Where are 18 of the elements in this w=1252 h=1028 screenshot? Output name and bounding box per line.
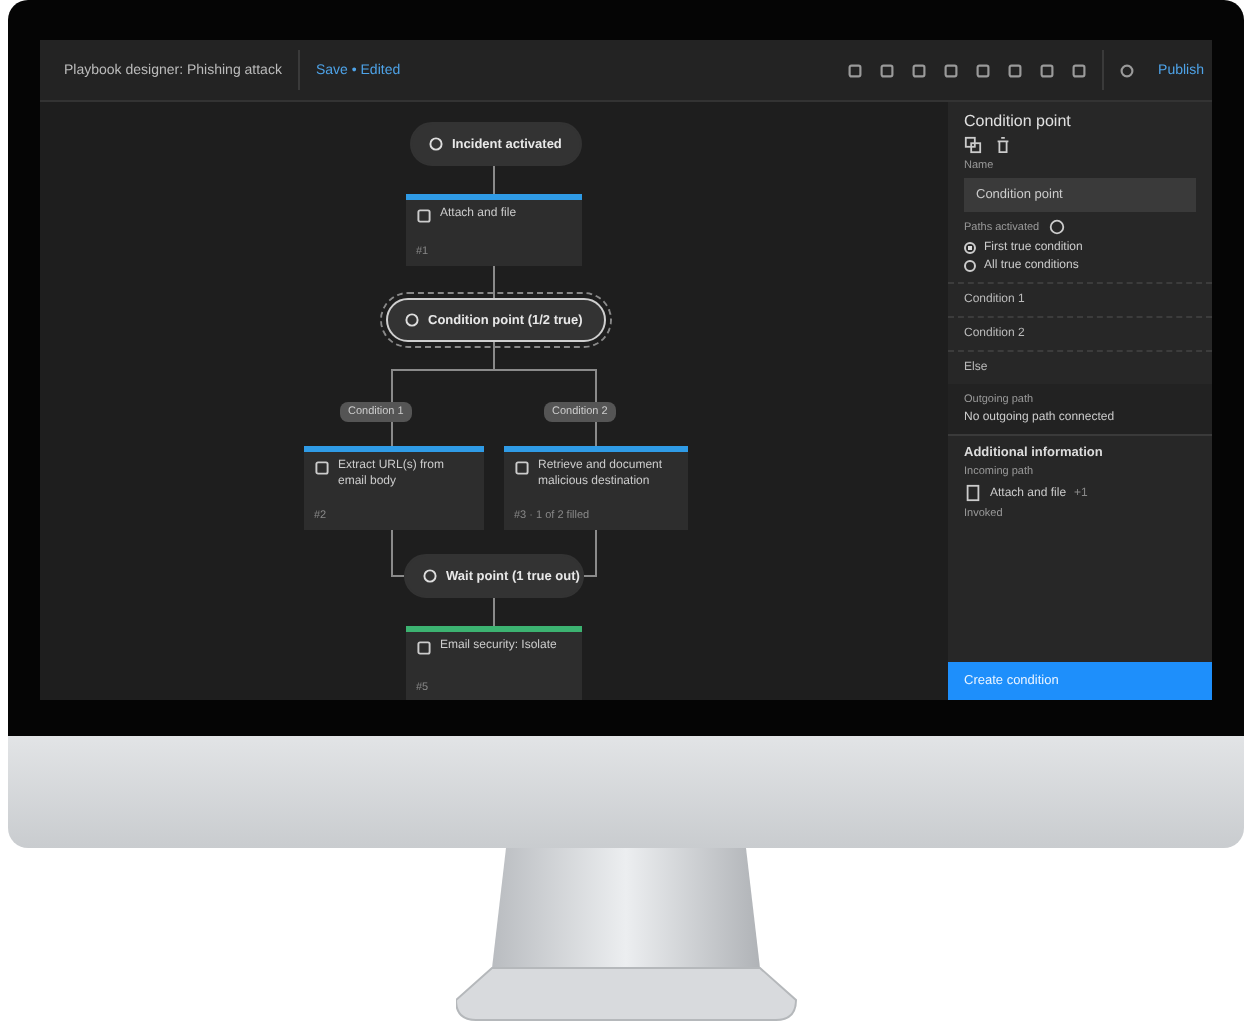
- panel-title: Condition point: [964, 112, 1073, 130]
- node-icon: [416, 208, 432, 224]
- connector-line: [493, 165, 495, 195]
- node-icon: [314, 460, 330, 476]
- delete-icon[interactable]: [994, 136, 1012, 154]
- node-icon: [428, 136, 444, 152]
- settings-icon[interactable]: [1118, 61, 1137, 79]
- connector-line: [583, 529, 597, 577]
- node-icon: [514, 460, 530, 476]
- copy-icon[interactable]: [964, 136, 982, 154]
- document-icon: [964, 484, 982, 502]
- node-icon: [422, 568, 438, 584]
- help-icon[interactable]: [1047, 218, 1066, 236]
- node-icon: [416, 640, 432, 656]
- connector-line: [493, 597, 495, 627]
- connector-line: [493, 265, 495, 299]
- connector-line: [391, 529, 405, 577]
- node-icon: [404, 312, 420, 328]
